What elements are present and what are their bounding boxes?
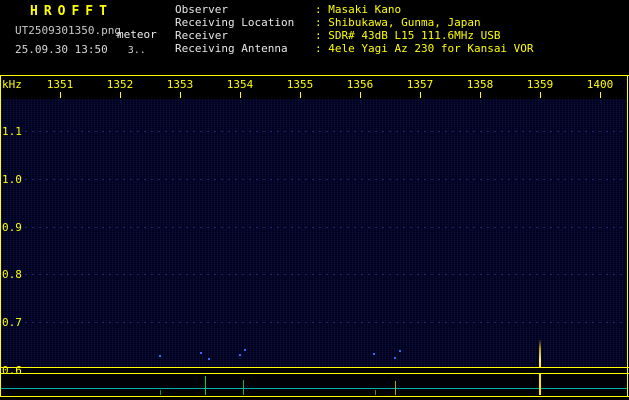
freq-gridline: [18, 227, 627, 228]
signal-level-spike: [243, 380, 244, 395]
plot-dynamic-layer: 1351 1352 1353 1354 1355 1356 1357 1358 1359 1400…: [0, 0, 629, 400]
time-axis-tick: [180, 92, 181, 98]
weak-echo-dot: [208, 358, 210, 360]
signal-level-spike: [160, 390, 161, 395]
time-axis-tick: [480, 92, 481, 98]
hrofft-output-image: HROFFT UT2509301350.png meteor 25.09.30 …: [0, 0, 629, 400]
time-axis-label: 1357: [406, 78, 434, 91]
weak-echo-dot: [244, 349, 246, 351]
freq-gridline: [18, 131, 627, 132]
weak-echo-dot: [399, 350, 401, 352]
signal-level-spike: [395, 381, 396, 395]
weak-echo-dot: [239, 354, 241, 356]
signal-level-spike: [539, 374, 541, 395]
time-axis-label: 1358: [466, 78, 494, 91]
time-axis-tick: [360, 92, 361, 98]
time-axis-tick: [600, 92, 601, 98]
time-axis-label: 1355: [286, 78, 314, 91]
freq-gridline: [18, 322, 627, 323]
time-axis-label: 1359: [526, 78, 554, 91]
time-axis-tick: [60, 92, 61, 98]
weak-echo-dot: [373, 353, 375, 355]
weak-echo-dot: [200, 352, 202, 354]
time-axis-label: 1354: [226, 78, 254, 91]
time-axis-tick: [240, 92, 241, 98]
time-axis-label: 1351: [46, 78, 74, 91]
signal-level-spike: [375, 390, 376, 395]
freq-axis-label: 0.6: [2, 364, 22, 377]
time-axis-tick: [540, 92, 541, 98]
weak-echo-dot: [394, 357, 396, 359]
meteor-echo-streak: [539, 339, 541, 367]
signal-level-spike: [205, 376, 206, 395]
weak-echo-dot: [159, 355, 161, 357]
time-axis-tick: [420, 92, 421, 98]
time-axis-label: 1352: [106, 78, 134, 91]
freq-gridline: [18, 274, 627, 275]
time-axis-label: 1353: [166, 78, 194, 91]
time-axis-tick: [120, 92, 121, 98]
time-axis-tick: [300, 92, 301, 98]
time-axis-label: 1356: [346, 78, 374, 91]
freq-gridline: [18, 179, 627, 180]
time-axis-label: 1400: [586, 78, 614, 91]
